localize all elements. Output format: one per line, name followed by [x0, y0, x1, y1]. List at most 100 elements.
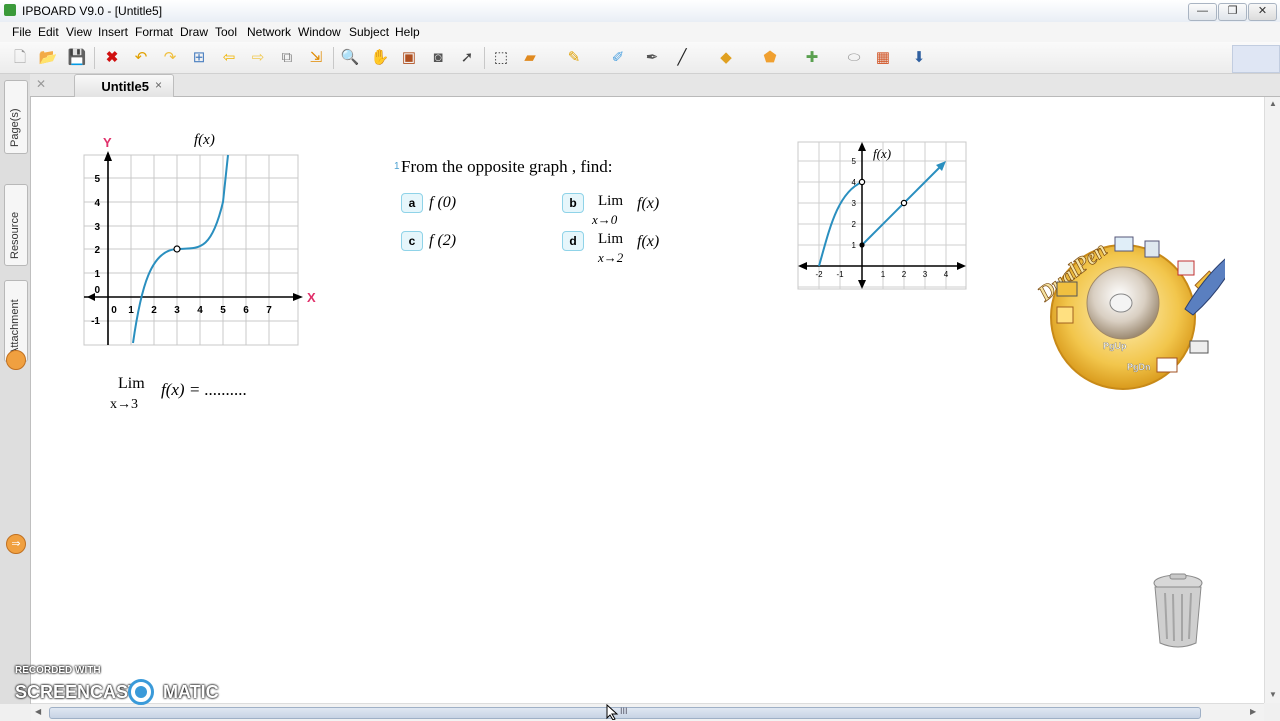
- scroll-up-icon[interactable]: ▲: [1269, 99, 1277, 108]
- x-tick: -2: [815, 270, 823, 279]
- pen-icon[interactable]: ✎: [564, 48, 584, 68]
- item-d-func: f(x): [637, 233, 660, 250]
- limit-lim-text: Lim: [118, 375, 145, 392]
- document-tab-strip: ✕ Untitle5 ×: [30, 74, 1280, 97]
- next-page-icon[interactable]: ⇨: [248, 48, 268, 68]
- x-tick: 1: [128, 305, 134, 316]
- app-icon: [4, 4, 16, 16]
- copy-page-icon[interactable]: ⧉: [277, 48, 297, 68]
- shape-icon[interactable]: ◆: [716, 48, 736, 68]
- export-icon[interactable]: ⇲: [306, 48, 326, 68]
- menu-bar: File Edit View Insert Format Draw Tool N…: [0, 22, 1280, 42]
- zoom-icon[interactable]: 🔍: [340, 48, 360, 68]
- question-prompt: From the opposite graph , find:: [401, 157, 613, 176]
- x-tick: 3: [923, 270, 928, 279]
- scroll-down-icon[interactable]: ▼: [1269, 690, 1277, 699]
- previous-page-icon[interactable]: ⇦: [219, 48, 239, 68]
- fill-icon[interactable]: ⬟: [760, 48, 780, 68]
- x-tick: 0: [111, 305, 117, 316]
- menu-network[interactable]: Network: [247, 25, 291, 39]
- y-tick: 3: [852, 199, 857, 208]
- right-function-graph: f(x) 5 4 3 2 1 -2 -1 1 2 3 4: [797, 141, 967, 290]
- pgdn-button[interactable]: PgDn: [1127, 362, 1151, 372]
- x-tick: 4: [944, 270, 949, 279]
- y-tick: 5: [94, 174, 100, 185]
- menu-help[interactable]: Help: [395, 25, 420, 39]
- menu-insert[interactable]: Insert: [98, 25, 128, 39]
- tab-untitle5[interactable]: Untitle5 ×: [74, 74, 174, 97]
- item-d-lim: Lim: [598, 231, 623, 247]
- arrow-down-icon[interactable]: ⬇: [909, 48, 929, 68]
- x-tick: 7: [266, 305, 272, 316]
- whiteboard-canvas[interactable]: Y X f(x) 5 4 3 2 1 0 -1 0 1 2 3 4 5 6 7 …: [31, 97, 1264, 703]
- delete-icon[interactable]: ✖: [102, 48, 122, 68]
- x-tick: 2: [902, 270, 907, 279]
- x-tick: 3: [174, 305, 180, 316]
- undo-icon[interactable]: ↶: [131, 48, 151, 68]
- select-region-icon[interactable]: ⬚: [491, 48, 511, 68]
- new-file-icon[interactable]: 🗋: [10, 48, 30, 68]
- x-axis-label: X: [307, 290, 316, 305]
- x-tick: 4: [197, 305, 203, 316]
- menu-tool[interactable]: Tool: [215, 25, 237, 39]
- item-badge-d: d: [562, 231, 584, 251]
- y-tick: 5: [852, 157, 857, 166]
- toolbar-panel-toggle[interactable]: [1232, 45, 1280, 73]
- side-panel: Page(s) Resource Attachment ⇒: [0, 74, 31, 704]
- menu-subject[interactable]: Subject: [349, 25, 389, 39]
- graph-function-label: f(x): [194, 132, 215, 148]
- mouse-icon[interactable]: ⬭: [844, 48, 864, 68]
- x-tick: 2: [151, 305, 157, 316]
- camera-icon[interactable]: ◙: [428, 48, 448, 68]
- scroll-right-icon[interactable]: ▶: [1250, 707, 1256, 716]
- tab-close-icon[interactable]: ×: [155, 78, 162, 92]
- magic-pen-icon[interactable]: ✒: [642, 48, 662, 68]
- limit-approach-text: x→3: [110, 397, 138, 412]
- y-tick: 2: [852, 220, 857, 229]
- menu-file[interactable]: File: [12, 25, 31, 39]
- x-tick: 5: [220, 305, 226, 316]
- graph-function-label: f(x): [873, 146, 891, 161]
- y-tick: 1: [94, 269, 100, 280]
- item-c-text: f (2): [429, 232, 457, 249]
- tools-icon[interactable]: ✚: [802, 48, 822, 68]
- panel-collapse-icon[interactable]: [6, 350, 26, 370]
- menu-window[interactable]: Window: [298, 25, 341, 39]
- y-tick: 0: [94, 285, 100, 296]
- image-icon[interactable]: ▣: [399, 48, 419, 68]
- close-all-icon[interactable]: ✕: [36, 77, 46, 91]
- eraser-icon[interactable]: ▰: [520, 48, 540, 68]
- item-a-text: f (0): [429, 194, 457, 211]
- trash-icon[interactable]: [1150, 573, 1206, 651]
- pan-hand-icon[interactable]: ✋: [370, 48, 390, 68]
- cursor-icon[interactable]: ➚: [457, 48, 477, 68]
- scroll-grip: III: [620, 706, 628, 716]
- save-icon[interactable]: 💾: [67, 48, 87, 68]
- menu-view[interactable]: View: [66, 25, 92, 39]
- dualpen-widget[interactable]: DualPen PgUp PgDn: [1035, 227, 1225, 392]
- item-b-func: f(x): [637, 195, 660, 212]
- menu-edit[interactable]: Edit: [38, 25, 59, 39]
- line-icon[interactable]: ╱: [672, 48, 692, 68]
- side-tab-pages[interactable]: Page(s): [4, 80, 28, 154]
- open-folder-icon[interactable]: 📂: [38, 48, 58, 68]
- redo-icon[interactable]: ↷: [160, 48, 180, 68]
- left-function-graph: Y X f(x) 5 4 3 2 1 0 -1 0 1 2 3 4 5 6 7: [83, 132, 316, 346]
- y-tick: 1: [852, 241, 857, 250]
- highlighter-icon[interactable]: ✐: [608, 48, 628, 68]
- screencast-watermark: RECORDED WITH SCREENCAST MATIC: [15, 665, 245, 710]
- menu-draw[interactable]: Draw: [180, 25, 208, 39]
- minimize-button[interactable]: —: [1188, 3, 1217, 21]
- y-tick: -1: [91, 316, 100, 327]
- menu-format[interactable]: Format: [135, 25, 173, 39]
- side-tab-resource[interactable]: Resource: [4, 184, 28, 266]
- select-icon[interactable]: ⊞: [189, 48, 209, 68]
- vertical-scrollbar[interactable]: ▲ ▼: [1264, 97, 1280, 703]
- pgup-button[interactable]: PgUp: [1103, 341, 1127, 351]
- restore-button[interactable]: ❐: [1218, 3, 1247, 21]
- grid-icon[interactable]: ▦: [873, 48, 893, 68]
- panel-expand-icon[interactable]: ⇒: [6, 534, 26, 554]
- toolbar: 🗋 📂 💾 ✖ ↶ ↷ ⊞ ⇦ ⇨ ⧉ ⇲ 🔍 ✋ ▣ ◙ ➚ ⬚ ▰ ✎ ✐ …: [0, 42, 1280, 74]
- close-button[interactable]: ✕: [1248, 3, 1277, 21]
- x-tick: 6: [243, 305, 249, 316]
